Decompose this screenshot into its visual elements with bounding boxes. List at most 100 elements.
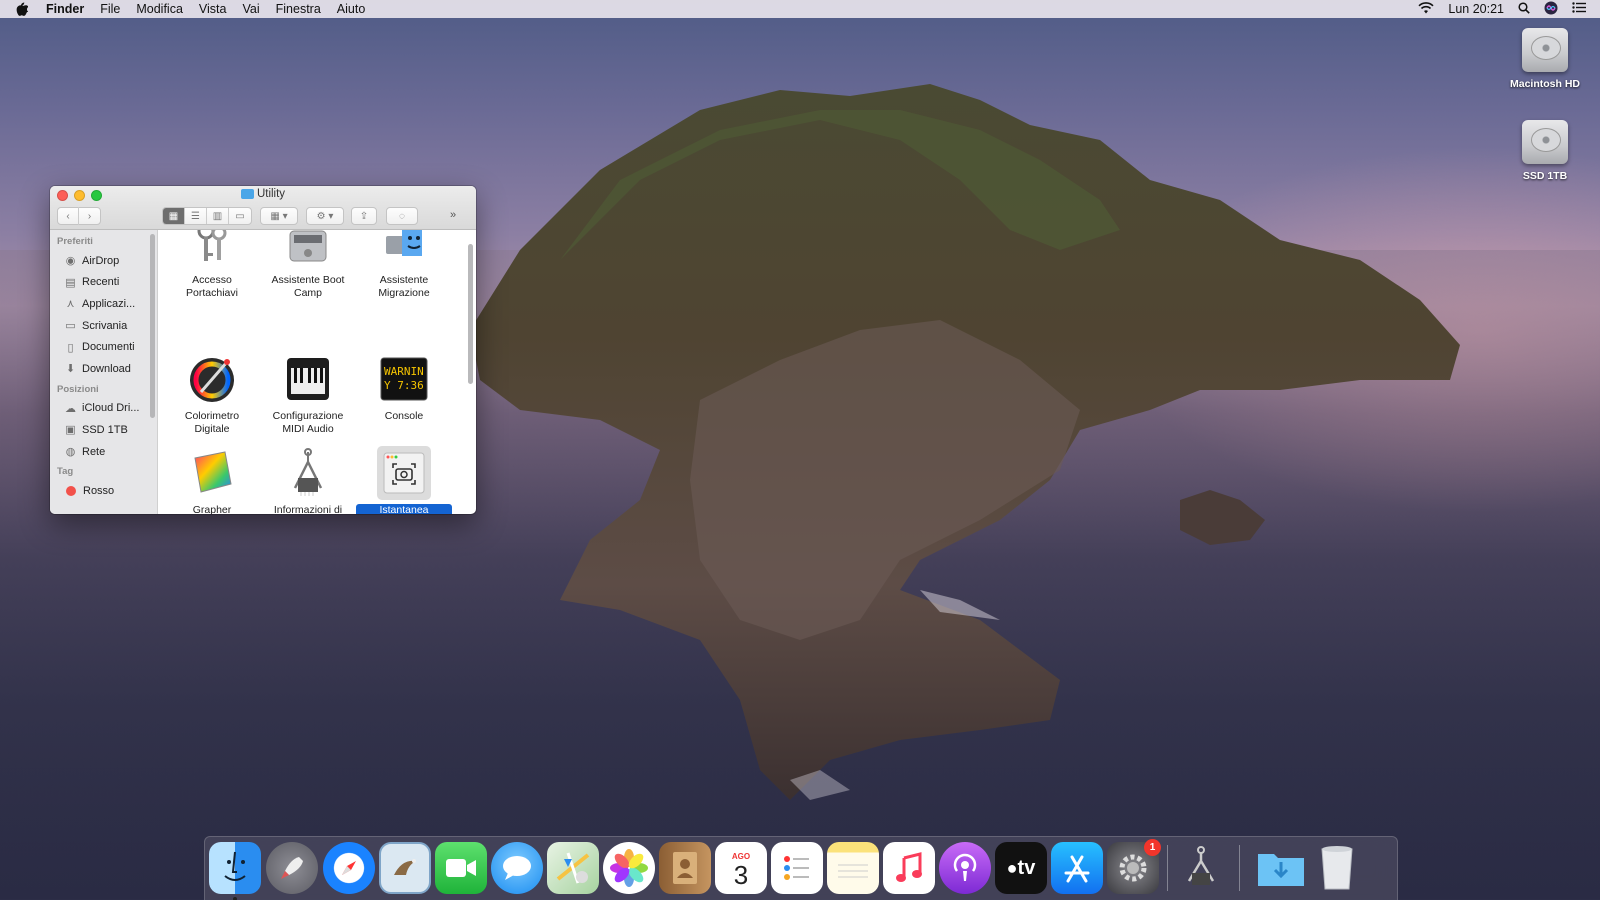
dock-downloads-folder[interactable] [1255, 842, 1307, 894]
folder-icon [240, 189, 254, 199]
finder-titlebar[interactable]: Utility ‹ › ▦ ☰ ▥ ▭ ▦ ▾ ⚙ ▾ ⇪ ◌ » [50, 186, 476, 230]
dock-safari[interactable] [323, 842, 375, 894]
sidebar-item-airdrop[interactable]: ◉ AirDrop [50, 250, 157, 272]
forward-button[interactable]: › [79, 207, 100, 225]
app-console[interactable]: WARNIN Y 7:36 Console [356, 352, 452, 423]
dock-notes[interactable] [827, 842, 879, 894]
back-button[interactable]: ‹ [58, 207, 80, 225]
sidebar-item-icloud[interactable]: ☁ iCloud Dri... [50, 398, 157, 420]
menu-finestra[interactable]: Finestra [276, 2, 321, 16]
screenshot-icon [377, 446, 431, 500]
column-view-button[interactable]: ▥ [207, 208, 229, 224]
dock-facetime[interactable] [435, 842, 487, 894]
menu-vista[interactable]: Vista [199, 2, 227, 16]
spotlight-search-icon[interactable] [1518, 1, 1530, 17]
network-icon: ◍ [65, 446, 76, 459]
finder-content: Accesso Portachiavi Assistente Boot Camp… [159, 230, 476, 514]
menu-clock[interactable]: Lun 20:21 [1448, 2, 1504, 16]
trash-icon [1321, 846, 1353, 890]
dock-music[interactable] [883, 842, 935, 894]
dock-apple-tv[interactable]: ● tv [995, 842, 1047, 894]
system-info-icon [281, 446, 335, 500]
icon-view-button[interactable]: ▦ [163, 208, 185, 224]
content-scrollbar[interactable] [468, 244, 473, 384]
dock-messages[interactable] [491, 842, 543, 894]
airdrop-icon: ◉ [65, 255, 76, 268]
apple-logo-icon: ● [1006, 857, 1018, 878]
desktop-drive-macintosh-hd[interactable]: Macintosh HD [1495, 28, 1595, 90]
notification-center-icon[interactable] [1572, 2, 1586, 16]
dock-calendar[interactable]: AGO 3 [715, 842, 767, 894]
sidebar-item-label: Rete [82, 445, 106, 458]
dock-contacts[interactable] [659, 842, 711, 894]
sidebar-item-download[interactable]: ⬇ Download [50, 358, 157, 380]
menu-modifica[interactable]: Modifica [136, 2, 183, 16]
dock-system-preferences[interactable]: 1 [1107, 839, 1161, 894]
dock: AGO 3 ● tv 1 [204, 836, 1398, 900]
app-assistente-migrazione[interactable]: Assistente Migrazione [356, 230, 452, 300]
sidebar-item-rete[interactable]: ◍ Rete [50, 441, 157, 463]
gallery-view-button[interactable]: ▭ [229, 208, 251, 224]
tags-button[interactable]: ◌ [386, 207, 418, 225]
sidebar-item-tag-rosso[interactable]: Rosso [50, 480, 157, 502]
migration-icon [377, 230, 431, 270]
desktop-drive-ssd[interactable]: SSD 1TB [1495, 120, 1595, 182]
list-view-button[interactable]: ☰ [185, 208, 207, 224]
apple-menu-icon[interactable] [16, 2, 32, 16]
app-istantanea-schermo[interactable]: Istantanea Schermo [356, 446, 452, 514]
dock-launchpad[interactable] [266, 842, 318, 894]
menu-file[interactable]: File [100, 2, 120, 16]
app-label: Assistente Migrazione [378, 274, 430, 299]
gear-icon [1119, 854, 1147, 882]
sidebar-item-label: Rosso [83, 485, 115, 498]
sidebar-item-documenti[interactable]: ▯ Documenti [50, 336, 157, 358]
app-label: Informazioni di Sistema [273, 504, 343, 514]
dock-podcasts[interactable] [939, 842, 991, 894]
menu-bar: Finder File Modifica Vista Vai Finestra … [0, 0, 1600, 18]
toolbar-overflow-icon[interactable]: » [450, 209, 456, 221]
dock-trash[interactable] [1311, 842, 1363, 894]
console-icon: WARNIN Y 7:36 [377, 352, 431, 406]
dock-system-information[interactable] [1175, 842, 1227, 894]
sidebar-item-label: Applicazi... [82, 297, 136, 310]
app-assistente-boot-camp[interactable]: Assistente Boot Camp [260, 230, 356, 300]
dock-mail[interactable] [379, 842, 431, 894]
menu-vai[interactable]: Vai [242, 2, 259, 16]
wifi-icon[interactable] [1418, 1, 1434, 17]
calendar-day-label: 3 [733, 859, 749, 890]
siri-icon[interactable] [1544, 1, 1558, 18]
app-colorimetro-digitale[interactable]: Colorimetro Digitale [164, 352, 260, 436]
sidebar-scrollbar[interactable] [150, 234, 155, 418]
menu-aiuto[interactable]: Aiuto [337, 2, 366, 16]
sidebar-item-recenti[interactable]: ▤ Recenti [50, 272, 157, 294]
drive-icon: ▣ [65, 424, 76, 437]
sidebar-header-locations: Posizioni [57, 383, 99, 395]
app-accesso-portachiavi[interactable]: Accesso Portachiavi [164, 230, 260, 300]
applications-icon: ⋏ [66, 298, 75, 311]
dock-finder[interactable] [209, 842, 261, 900]
menu-finder[interactable]: Finder [46, 2, 84, 16]
sidebar-item-ssd[interactable]: ▣ SSD 1TB [50, 419, 157, 441]
group-by-button[interactable]: ▦ ▾ [260, 207, 298, 225]
dock-maps[interactable] [547, 842, 599, 894]
sidebar-item-scrivania[interactable]: ▭ Scrivania [50, 315, 157, 337]
dock-separator [1239, 845, 1240, 891]
system-info-icon [1187, 846, 1215, 885]
keychain-icon [185, 230, 239, 270]
nav-buttons: ‹ › [57, 207, 101, 225]
photos-flower-icon [610, 849, 648, 887]
dock-app-store[interactable] [1051, 842, 1103, 894]
finder-window[interactable]: Utility ‹ › ▦ ☰ ▥ ▭ ▦ ▾ ⚙ ▾ ⇪ ◌ » Prefer… [50, 186, 476, 514]
sidebar-item-applicazioni[interactable]: ⋏ Applicazi... [50, 293, 157, 315]
recents-icon: ▤ [65, 276, 76, 289]
sidebar-item-label: Documenti [82, 341, 135, 354]
share-button[interactable]: ⇪ [351, 207, 377, 225]
action-gear-button[interactable]: ⚙ ▾ [306, 207, 344, 225]
app-informazioni-di-sistema[interactable]: Informazioni di Sistema [260, 446, 356, 514]
compass-icon [342, 861, 356, 875]
dock-photos[interactable] [603, 842, 655, 894]
app-grapher[interactable]: Grapher [164, 446, 260, 514]
dock-reminders[interactable] [771, 842, 823, 894]
app-configurazione-midi-audio[interactable]: Configurazione MIDI Audio [260, 352, 356, 436]
podcast-icon [953, 853, 977, 881]
